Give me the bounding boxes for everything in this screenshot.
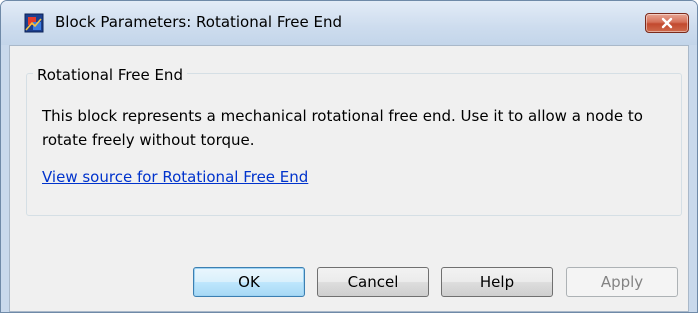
ok-button[interactable]: OK <box>193 267 305 297</box>
view-source-link[interactable]: View source for Rotational Free End <box>42 168 308 186</box>
help-button[interactable]: Help <box>441 267 553 297</box>
dialog-window: Block Parameters: Rotational Free End Ro… <box>0 0 698 313</box>
apply-button[interactable]: Apply <box>566 267 678 297</box>
window-title: Block Parameters: Rotational Free End <box>55 13 342 31</box>
title-bar[interactable]: Block Parameters: Rotational Free End <box>1 1 697 45</box>
close-button[interactable] <box>645 13 689 33</box>
group-title: Rotational Free End <box>33 66 187 84</box>
block-description: This block represents a mechanical rotat… <box>42 107 643 149</box>
dialog-content: Rotational Free End This block represent… <box>9 45 689 312</box>
cancel-button[interactable]: Cancel <box>317 267 429 297</box>
close-icon <box>661 17 673 29</box>
simulink-block-icon <box>24 13 44 33</box>
